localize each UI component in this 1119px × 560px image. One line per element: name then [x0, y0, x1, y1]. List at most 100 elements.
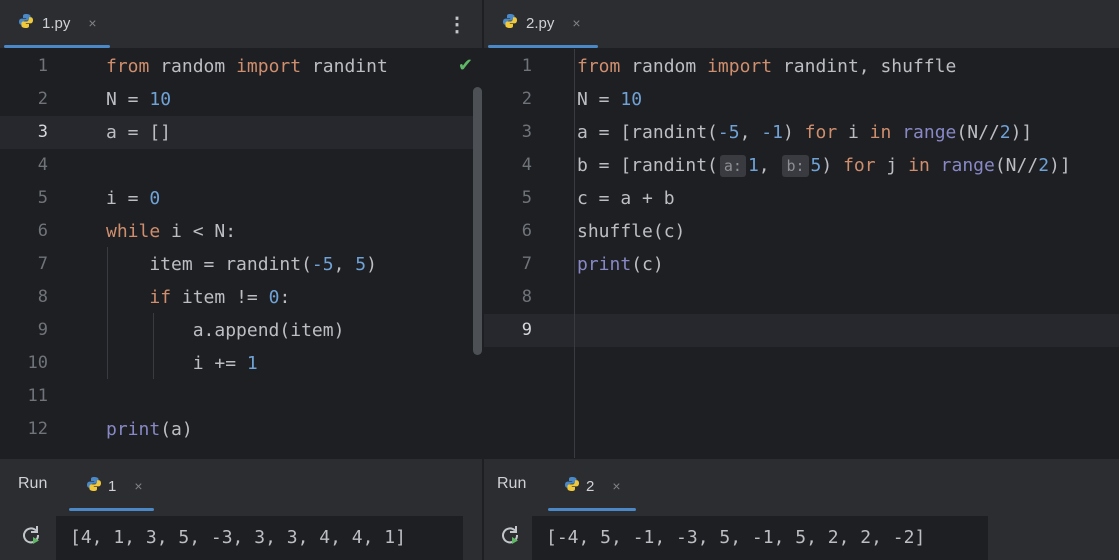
code-text[interactable]: c = a + b	[577, 182, 675, 215]
active-tab-indicator	[488, 45, 598, 48]
code-text[interactable]: from random import randint	[106, 50, 388, 83]
console-output: [4, 1, 3, 5, -3, 3, 3, 4, 4, 1]	[56, 516, 463, 560]
code-text[interactable]: from random import randint, shuffle	[577, 50, 956, 83]
code-text[interactable]: shuffle(c)	[577, 215, 685, 248]
code-text[interactable]: print(c)	[577, 248, 664, 281]
code-line[interactable]: 2 N = 10	[484, 83, 1119, 116]
close-icon[interactable]: ×	[134, 478, 142, 494]
code-line[interactable]: 7 item = randint(-5, 5)	[0, 248, 483, 281]
code-line[interactable]: 6 while i < N:	[0, 215, 483, 248]
run-label: Run	[497, 475, 527, 492]
line-number: 1	[521, 56, 532, 76]
tab-label: 1.py	[42, 14, 71, 32]
run-tool-window-header: Run 1 ×	[0, 458, 483, 515]
code-line[interactable]: 9 a.append(item)	[0, 314, 483, 347]
code-line[interactable]: 6 shuffle(c)	[484, 215, 1119, 248]
line-number: 10	[27, 353, 48, 373]
code-text[interactable]: N = 10	[106, 83, 171, 116]
run-console: [-4, 5, -1, -3, 5, -1, 5, 2, 2, -2]	[484, 514, 1119, 560]
python-file-icon	[502, 13, 518, 34]
code-line[interactable]: 4	[0, 149, 483, 182]
editor-tab-bar: 2.py ×	[484, 0, 1119, 49]
close-icon[interactable]: ×	[572, 15, 580, 31]
code-text[interactable]: if item != 0:	[106, 281, 290, 314]
code-line[interactable]: 1 from random import randint	[0, 50, 483, 83]
line-number: 8	[521, 287, 532, 307]
tab-1py[interactable]: 1.py ×	[4, 0, 111, 46]
run-tab-label: 1	[108, 477, 117, 495]
code-text[interactable]: b = [randint(a: 1, b: 5) for j in range(N/…	[577, 149, 1071, 182]
run-tab-label: 2	[586, 477, 595, 495]
python-run-icon	[86, 476, 102, 497]
code-text[interactable]: a = [randint(-5, -1) for i in range(N//2…	[577, 116, 1032, 149]
editor-tab-bar: 1.py × ⋮	[0, 0, 483, 49]
code-line[interactable]: 4 b = [randint(a: 1, b: 5) for j in range(N…	[484, 149, 1119, 182]
rerun-icon[interactable]	[499, 524, 521, 551]
code-text[interactable]: N = 10	[577, 83, 642, 116]
code-line[interactable]: 10 i += 1	[0, 347, 483, 380]
line-number: 11	[27, 386, 48, 406]
line-number: 3	[37, 122, 48, 142]
line-number: 7	[521, 254, 532, 274]
line-number: 4	[521, 155, 532, 175]
code-text[interactable]: while i < N:	[106, 215, 236, 248]
code-line[interactable]: 3 a = [randint(-5, -1) for i in range(N//…	[484, 116, 1119, 149]
python-file-icon	[18, 13, 34, 34]
gutter-border	[574, 49, 575, 458]
vertical-scrollbar[interactable]	[473, 87, 482, 355]
active-tab-indicator	[4, 45, 110, 48]
code-line[interactable]: 7 print(c)	[484, 248, 1119, 281]
editor-pane-2py: 2.py × 9 8 7 print(c) 6 shuffle(c) 5 c = a + b4…	[484, 0, 1119, 560]
code-text[interactable]: i = 0	[106, 182, 160, 215]
line-number: 6	[37, 221, 48, 241]
code-line[interactable]: 2 N = 10	[0, 83, 483, 116]
line-number: 2	[37, 89, 48, 109]
line-number: 2	[521, 89, 532, 109]
check-icon: ✔	[457, 55, 473, 75]
code-text[interactable]: a = []	[106, 116, 171, 149]
line-number: 3	[521, 122, 532, 142]
code-line[interactable]: 5 i = 0	[0, 182, 483, 215]
active-run-tab-indicator	[548, 508, 636, 511]
code-line[interactable]: 3 a = []	[0, 116, 483, 149]
line-number: 12	[27, 419, 48, 439]
run-tool-window-header: Run 2 ×	[484, 458, 1119, 515]
rerun-icon[interactable]	[20, 524, 42, 551]
code-line[interactable]: 8 if item != 0:	[0, 281, 483, 314]
console-output: [-4, 5, -1, -3, 5, -1, 5, 2, 2, -2]	[532, 516, 988, 560]
run-label: Run	[18, 475, 48, 492]
code-text[interactable]: print(a)	[106, 413, 193, 446]
line-number: 9	[521, 320, 532, 340]
indent-guide	[107, 247, 108, 379]
tab-2py[interactable]: 2.py ×	[488, 0, 595, 46]
code-editor[interactable]: 9 8 7 print(c) 6 shuffle(c) 5 c = a + b 4 b = [ra…	[484, 49, 1119, 458]
run-tab-1[interactable]: 1 ×	[86, 459, 143, 513]
run-console: [4, 1, 3, 5, -3, 3, 3, 4, 4, 1]	[0, 514, 483, 560]
line-number: 7	[37, 254, 48, 274]
python-run-icon	[564, 476, 580, 497]
code-line[interactable]: 12 print(a)	[0, 413, 483, 446]
active-run-tab-indicator	[69, 508, 154, 511]
indent-guide	[153, 313, 154, 379]
code-line[interactable]: 11	[0, 380, 483, 413]
code-text[interactable]: a.append(item)	[106, 314, 345, 347]
line-number: 1	[37, 56, 48, 76]
line-number: 4	[37, 155, 48, 175]
line-number: 6	[521, 221, 532, 241]
code-line[interactable]: 5 c = a + b	[484, 182, 1119, 215]
line-number: 8	[37, 287, 48, 307]
code-line[interactable]: 8	[484, 281, 1119, 314]
line-number: 5	[37, 188, 48, 208]
code-editor[interactable]: 12 print(a) 11 10 i += 19 a.append(item) 8 i…	[0, 49, 483, 458]
close-icon[interactable]: ×	[612, 478, 620, 494]
code-line[interactable]: 1 from random import randint, shuffle	[484, 50, 1119, 83]
editor-pane-1py: 1.py × ⋮ 12 print(a) 11 10 i += 19 a.append…	[0, 0, 483, 560]
code-line[interactable]: 9	[484, 314, 1119, 347]
close-icon[interactable]: ×	[88, 15, 96, 31]
run-tab-2[interactable]: 2 ×	[564, 459, 621, 513]
code-text[interactable]: i += 1	[106, 347, 258, 380]
line-number: 5	[521, 188, 532, 208]
more-options-icon[interactable]: ⋮	[447, 12, 467, 37]
code-text[interactable]: item = randint(-5, 5)	[106, 248, 377, 281]
tab-label: 2.py	[526, 14, 555, 32]
